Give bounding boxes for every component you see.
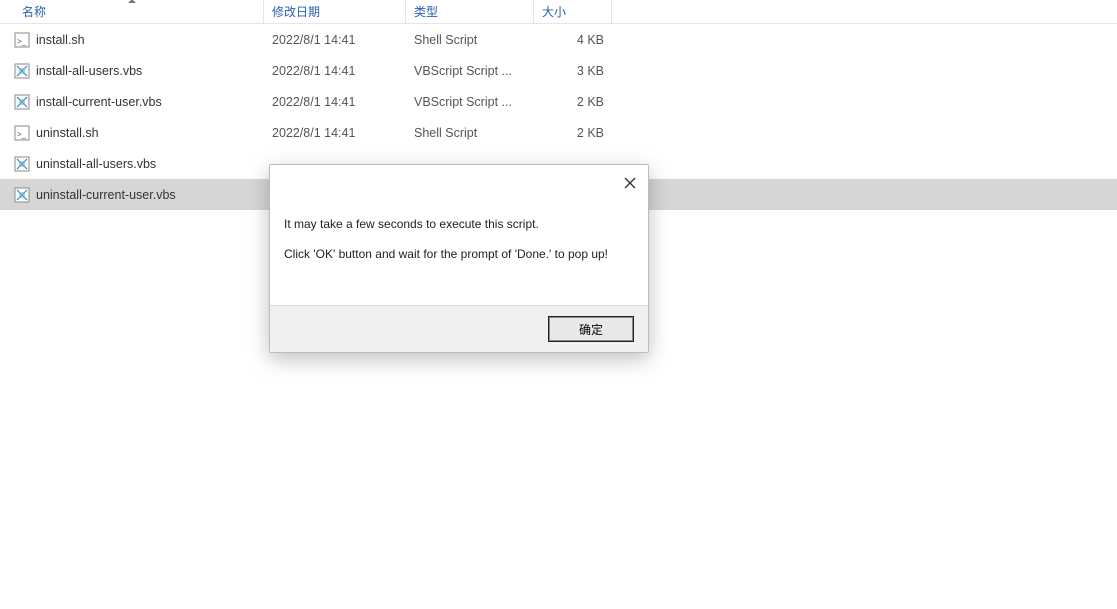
file-type: VBScript Script ... <box>406 64 534 78</box>
file-name: uninstall.sh <box>36 126 99 140</box>
file-date: 2022/8/1 14:41 <box>264 33 406 47</box>
vbs-file-icon <box>14 156 30 172</box>
column-header-size-label: 大小 <box>542 3 566 20</box>
file-size: 4 KB <box>534 33 612 47</box>
dialog-message-line1: It may take a few seconds to execute thi… <box>284 217 634 231</box>
dialog-close-button[interactable] <box>620 173 640 193</box>
svg-text:>_: >_ <box>17 37 27 46</box>
file-name: install-all-users.vbs <box>36 64 142 78</box>
column-header-name-label: 名称 <box>22 3 46 20</box>
file-size: 3 KB <box>534 64 612 78</box>
shell-file-icon: >_ <box>14 32 30 48</box>
file-date: 2022/8/1 14:41 <box>264 126 406 140</box>
file-size: 2 KB <box>534 126 612 140</box>
column-header-date[interactable]: 修改日期 <box>264 0 406 23</box>
column-header-size[interactable]: 大小 <box>534 0 612 23</box>
file-row[interactable]: install-current-user.vbs 2022/8/1 14:41 … <box>0 86 1117 117</box>
shell-file-icon: >_ <box>14 125 30 141</box>
file-name: uninstall-current-user.vbs <box>36 188 176 202</box>
file-row[interactable]: >_ uninstall.sh 2022/8/1 14:41 Shell Scr… <box>0 117 1117 148</box>
script-dialog: It may take a few seconds to execute thi… <box>269 164 649 353</box>
file-type: Shell Script <box>406 126 534 140</box>
column-header-date-label: 修改日期 <box>272 3 320 20</box>
file-date: 2022/8/1 14:41 <box>264 95 406 109</box>
close-icon <box>624 177 636 189</box>
file-name: install.sh <box>36 33 85 47</box>
file-name: uninstall-all-users.vbs <box>36 157 156 171</box>
file-row[interactable]: >_ install.sh 2022/8/1 14:41 Shell Scrip… <box>0 24 1117 55</box>
file-name: install-current-user.vbs <box>36 95 162 109</box>
vbs-file-icon <box>14 94 30 110</box>
file-row[interactable]: install-all-users.vbs 2022/8/1 14:41 VBS… <box>0 55 1117 86</box>
file-size: 2 KB <box>534 95 612 109</box>
dialog-body: It may take a few seconds to execute thi… <box>270 165 648 305</box>
column-header-row: 名称 修改日期 类型 大小 <box>0 0 1117 24</box>
dialog-ok-button[interactable]: 确定 <box>548 316 634 342</box>
column-header-spacer <box>612 0 1117 23</box>
file-type: Shell Script <box>406 33 534 47</box>
vbs-file-icon <box>14 63 30 79</box>
vbs-file-icon <box>14 187 30 203</box>
dialog-message-line2: Click 'OK' button and wait for the promp… <box>284 247 634 261</box>
file-type: VBScript Script ... <box>406 95 534 109</box>
column-header-type[interactable]: 类型 <box>406 0 534 23</box>
dialog-footer: 确定 <box>270 305 648 352</box>
column-header-type-label: 类型 <box>414 3 438 20</box>
sort-ascending-icon <box>128 0 136 3</box>
svg-text:>_: >_ <box>17 130 27 139</box>
file-date: 2022/8/1 14:41 <box>264 64 406 78</box>
column-header-name[interactable]: 名称 <box>0 0 264 23</box>
